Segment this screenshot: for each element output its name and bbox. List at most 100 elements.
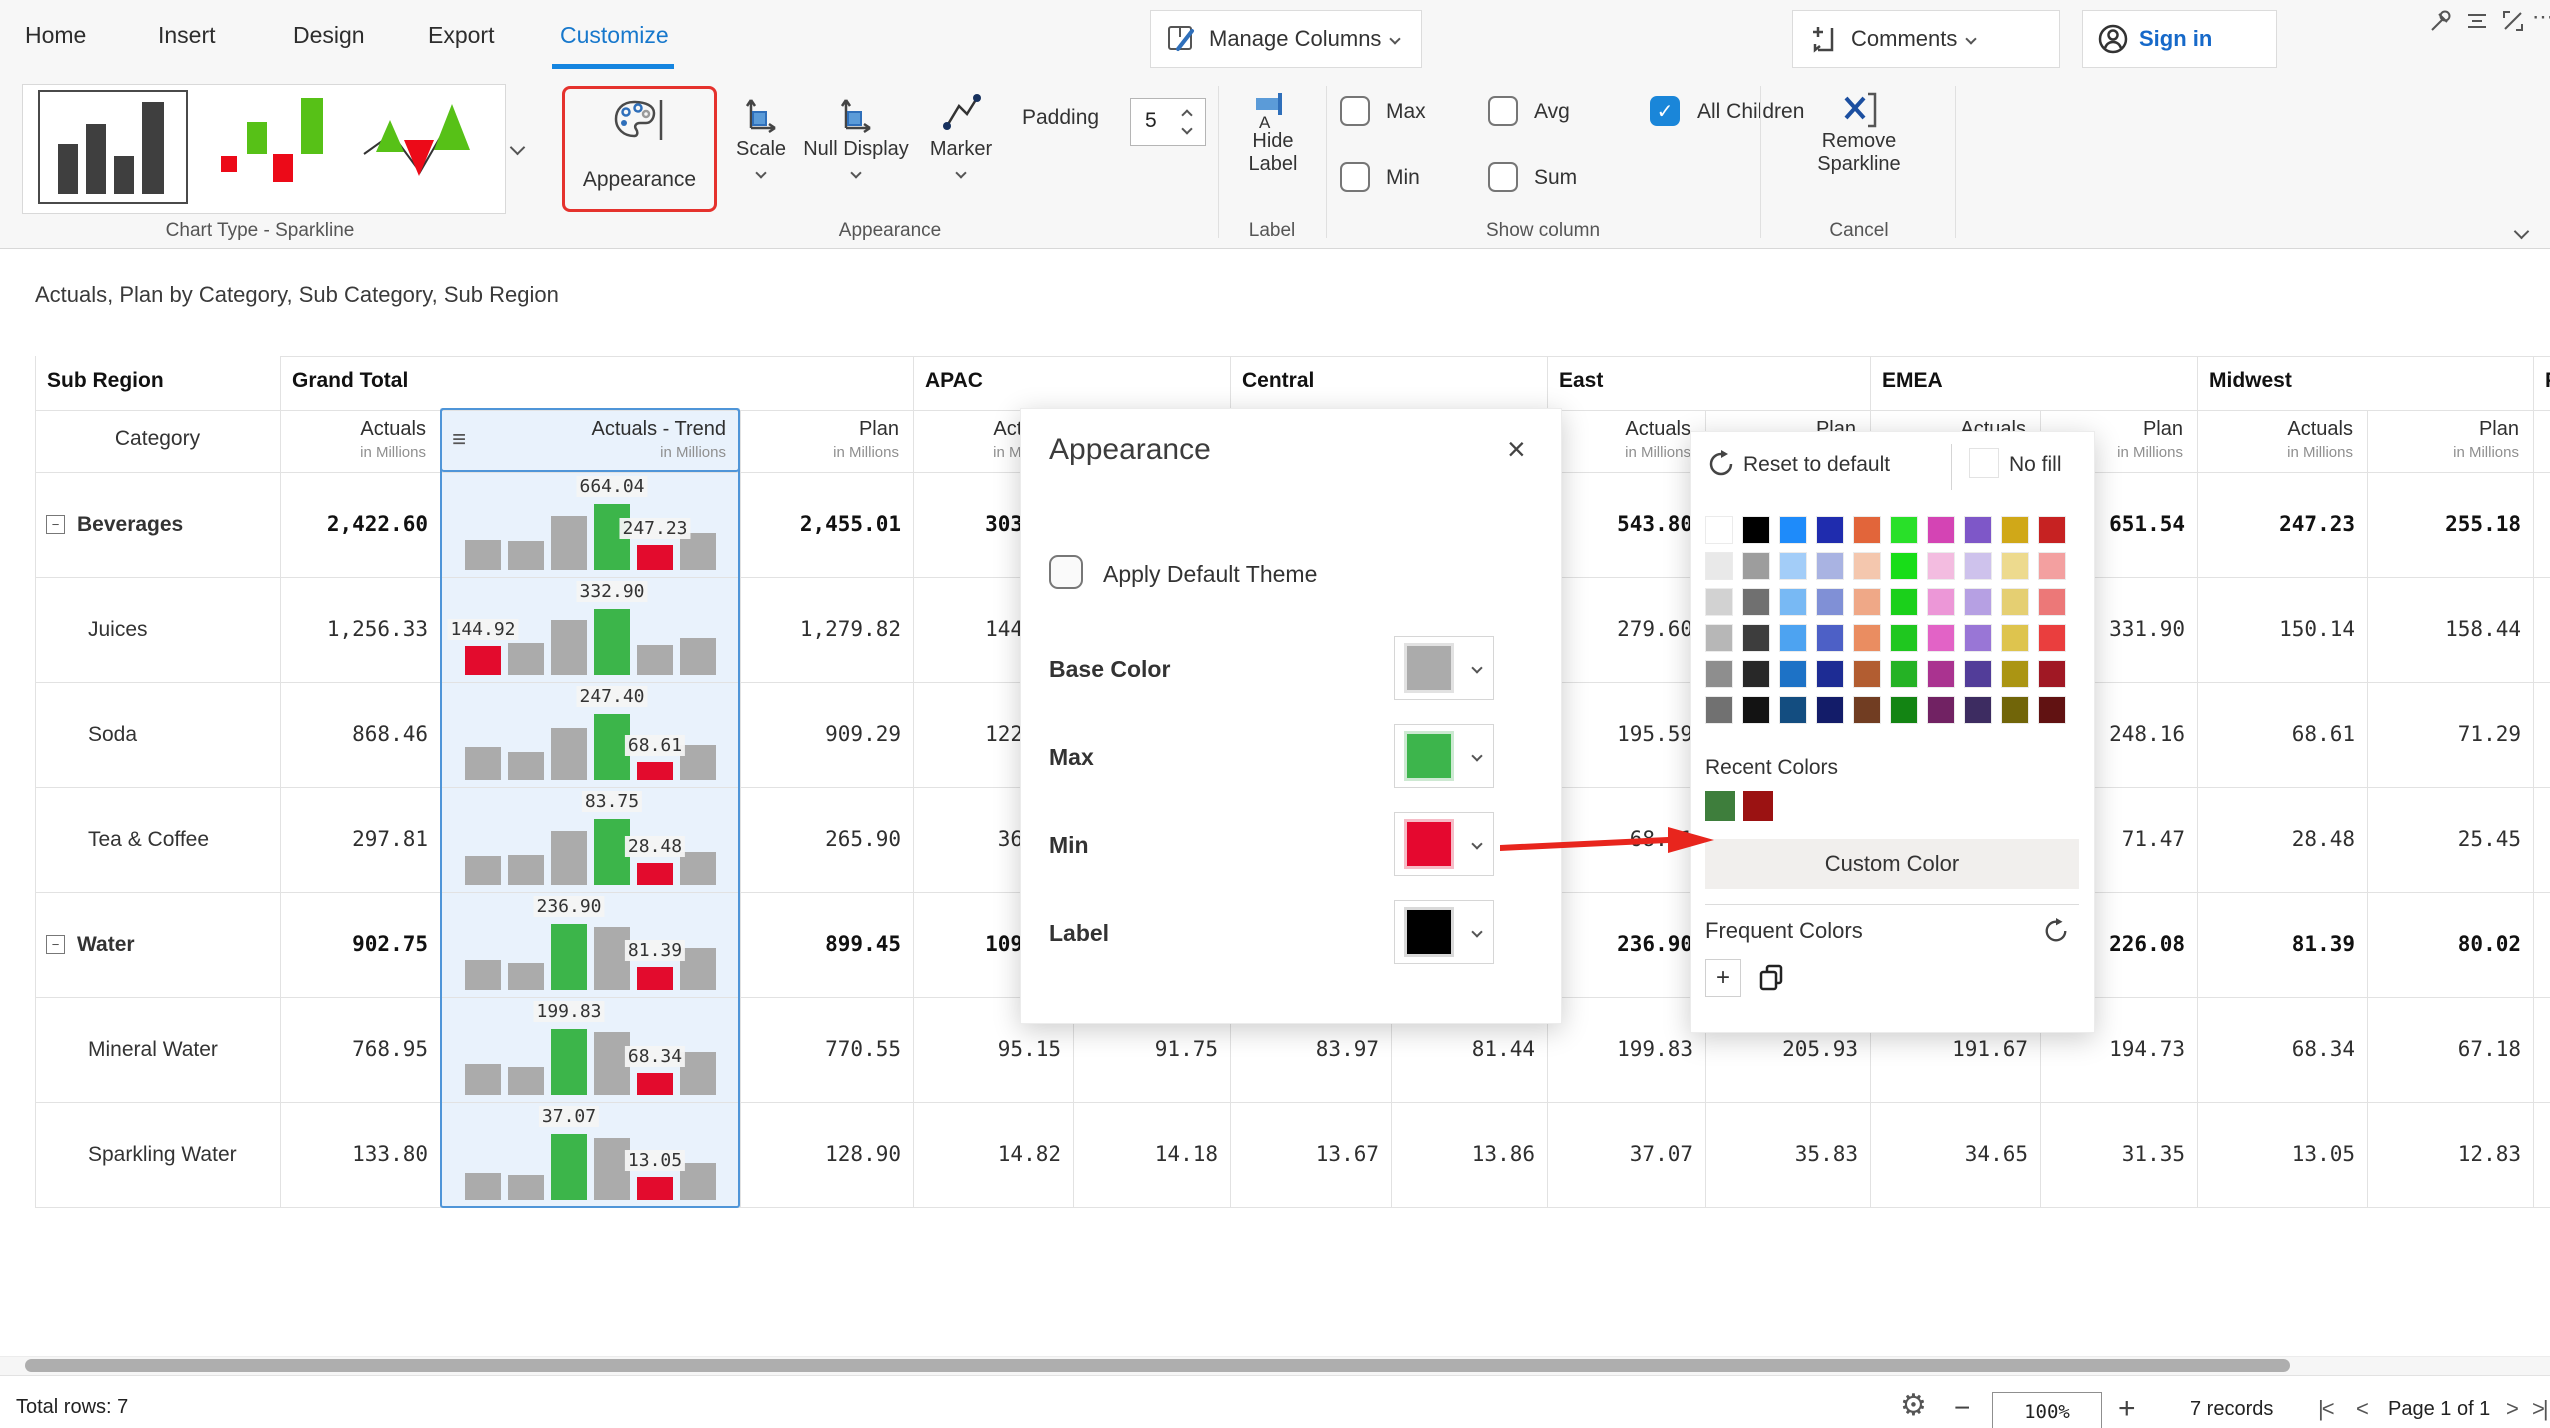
color-swatch[interactable] xyxy=(1927,516,1955,544)
zoom-level-field[interactable]: 100% xyxy=(1992,1392,2102,1428)
color-swatch[interactable] xyxy=(1890,624,1918,652)
color-swatch[interactable] xyxy=(2038,660,2066,688)
collapse-icon[interactable]: − xyxy=(46,515,65,534)
color-swatch[interactable] xyxy=(1816,624,1844,652)
recent-color-swatch[interactable] xyxy=(1705,791,1735,821)
reset-to-default-button[interactable]: Reset to default xyxy=(1743,453,1890,477)
comments-button[interactable]: Comments xyxy=(1792,10,2060,68)
chart-type-winloss[interactable] xyxy=(215,92,345,202)
collapse-icon[interactable]: − xyxy=(46,935,65,954)
color-swatch[interactable] xyxy=(1705,624,1733,652)
color-swatch[interactable] xyxy=(1964,624,1992,652)
checkbox-all-children[interactable]: ✓ xyxy=(1650,96,1680,126)
color-swatch[interactable] xyxy=(2001,624,2029,652)
copy-icon[interactable] xyxy=(1757,963,1787,993)
tab-design[interactable]: Design xyxy=(293,22,365,49)
padding-spinner[interactable]: 5 xyxy=(1130,98,1206,146)
checkbox-avg[interactable] xyxy=(1488,96,1518,126)
color-swatch[interactable] xyxy=(1742,552,1770,580)
color-swatch[interactable] xyxy=(1853,588,1881,616)
color-swatch[interactable] xyxy=(1890,516,1918,544)
chart-type-column-selected[interactable] xyxy=(38,90,188,204)
color-swatch[interactable] xyxy=(1816,588,1844,616)
color-swatch[interactable] xyxy=(1927,588,1955,616)
color-swatch[interactable] xyxy=(1779,660,1807,688)
tab-export[interactable]: Export xyxy=(428,22,494,49)
spinner-down-icon[interactable] xyxy=(1181,123,1192,134)
pin-icon[interactable] xyxy=(2428,8,2454,34)
horizontal-scrollbar-thumb[interactable] xyxy=(25,1359,2290,1372)
color-swatch[interactable] xyxy=(1816,660,1844,688)
color-swatch[interactable] xyxy=(2001,588,2029,616)
column-header-mw_a[interactable]: Actuals xyxy=(2197,418,2353,441)
color-swatch[interactable] xyxy=(2038,588,2066,616)
color-swatch[interactable] xyxy=(1779,696,1807,724)
color-swatch[interactable] xyxy=(2038,552,2066,580)
scale-button[interactable]: Scale xyxy=(725,92,797,182)
checkbox-min[interactable] xyxy=(1340,162,1370,192)
color-swatch[interactable] xyxy=(1964,696,1992,724)
color-swatch[interactable] xyxy=(2038,696,2066,724)
color-swatch[interactable] xyxy=(1779,624,1807,652)
column-header-gt_p[interactable]: Plan xyxy=(740,418,899,441)
color-swatch[interactable] xyxy=(1705,660,1733,688)
color-swatch[interactable] xyxy=(2001,660,2029,688)
color-swatch[interactable] xyxy=(1964,660,1992,688)
color-swatch[interactable] xyxy=(2001,696,2029,724)
custom-color-button[interactable]: Custom Color xyxy=(1705,839,2079,889)
color-swatch[interactable] xyxy=(1853,552,1881,580)
color-swatch[interactable] xyxy=(1927,552,1955,580)
next-page-button[interactable]: > xyxy=(2506,1396,2517,1422)
expand-icon[interactable] xyxy=(2500,8,2526,34)
prev-page-button[interactable]: < xyxy=(2356,1396,2367,1422)
color-swatch[interactable] xyxy=(1853,696,1881,724)
color-swatch[interactable] xyxy=(1890,588,1918,616)
checkbox-max[interactable] xyxy=(1340,96,1370,126)
tab-home[interactable]: Home xyxy=(25,22,86,49)
sign-in-button[interactable]: Sign in xyxy=(2082,10,2277,68)
last-page-button[interactable]: >| xyxy=(2532,1396,2547,1422)
color-swatch[interactable] xyxy=(1816,552,1844,580)
add-color-button[interactable]: + xyxy=(1705,959,1741,997)
color-swatch[interactable] xyxy=(1742,516,1770,544)
color-swatch[interactable] xyxy=(2038,516,2066,544)
color-swatch[interactable] xyxy=(1779,552,1807,580)
hide-label-button[interactable]: A Hide Label xyxy=(1232,90,1314,176)
column-header-gt_a[interactable]: Actuals xyxy=(280,418,426,441)
first-page-button[interactable]: |< xyxy=(2318,1396,2333,1422)
color-swatch[interactable] xyxy=(1816,696,1844,724)
column-header-east_a[interactable]: Actuals xyxy=(1547,418,1691,441)
column-header-mw_p[interactable]: Plan xyxy=(2367,418,2519,441)
no-fill-checkbox[interactable] xyxy=(1969,448,1999,478)
appearance-button[interactable]: Appearance xyxy=(562,86,717,212)
recent-color-swatch[interactable] xyxy=(1743,791,1773,821)
color-swatch[interactable] xyxy=(2001,552,2029,580)
color-swatch[interactable] xyxy=(1779,588,1807,616)
checkbox-sum[interactable] xyxy=(1488,162,1518,192)
drag-handle-icon[interactable]: ≡ xyxy=(452,426,466,454)
color-swatch[interactable] xyxy=(1927,696,1955,724)
label-color-dropdown[interactable] xyxy=(1394,900,1494,964)
more-options-icon[interactable]: ⋯ xyxy=(2532,4,2550,30)
color-swatch[interactable] xyxy=(1816,516,1844,544)
null-display-button[interactable]: Null Display xyxy=(802,92,910,182)
marker-button[interactable]: Marker xyxy=(918,92,1004,182)
zoom-in-button[interactable]: + xyxy=(2118,1392,2136,1426)
color-swatch[interactable] xyxy=(1705,588,1733,616)
color-swatch[interactable] xyxy=(1964,516,1992,544)
color-swatch[interactable] xyxy=(1927,624,1955,652)
column-header-trend[interactable]: Actuals - Trend xyxy=(440,418,726,441)
min-color-dropdown[interactable] xyxy=(1394,812,1494,876)
refresh-icon[interactable] xyxy=(2043,918,2069,944)
color-swatch[interactable] xyxy=(1742,624,1770,652)
close-icon[interactable]: × xyxy=(1507,431,1526,468)
base-color-dropdown[interactable] xyxy=(1394,636,1494,700)
color-swatch[interactable] xyxy=(2038,624,2066,652)
color-swatch[interactable] xyxy=(2001,516,2029,544)
color-swatch[interactable] xyxy=(1779,516,1807,544)
max-color-dropdown[interactable] xyxy=(1394,724,1494,788)
color-swatch[interactable] xyxy=(1964,552,1992,580)
color-swatch[interactable] xyxy=(1890,696,1918,724)
color-swatch[interactable] xyxy=(1890,660,1918,688)
ribbon-options-icon[interactable] xyxy=(2464,8,2490,34)
